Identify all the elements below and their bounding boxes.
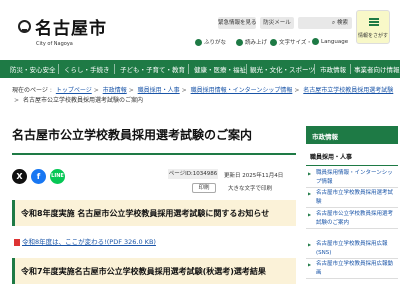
- search-button[interactable]: ⌕ 検索: [298, 17, 352, 29]
- info-menu-button[interactable]: 情報をさがす: [356, 10, 390, 44]
- text-size-link[interactable]: 文字サイズ・色: [270, 38, 317, 46]
- sidebar: 市政情報 職員採用・人事 職員採用情報・インターンシップ情報 名古屋市立学校教員…: [306, 126, 398, 300]
- nav-divider: [188, 64, 189, 74]
- sidebar-item[interactable]: 名古屋市立学校教員採用広報動画: [306, 260, 398, 279]
- breadcrumb-internship[interactable]: 職員採用情報・インターンシップ情報: [191, 87, 293, 94]
- city-emblem-icon: [18, 20, 31, 33]
- nav-divider: [314, 64, 315, 74]
- search-label: 検索: [336, 20, 348, 26]
- pdf-icon: [14, 238, 20, 246]
- breadcrumb-city-info[interactable]: 市政情報: [103, 87, 127, 94]
- share-x-button[interactable]: X: [12, 169, 27, 184]
- menu-icon: [369, 18, 379, 26]
- facebook-icon: f: [36, 172, 41, 181]
- print-button[interactable]: 印刷: [192, 183, 216, 193]
- globe-icon: [312, 38, 319, 45]
- nav-item-tourism[interactable]: 観光・文化・スポーツ: [250, 64, 315, 74]
- language-link[interactable]: Language: [312, 38, 348, 45]
- nav-divider: [114, 64, 115, 74]
- speaker-icon: [236, 39, 243, 46]
- nav-item-health[interactable]: 健康・医療・福祉: [194, 64, 246, 74]
- breadcrumb-recruitment[interactable]: 職員採用・人事: [138, 87, 180, 94]
- nav-divider: [246, 64, 247, 74]
- x-icon: X: [16, 172, 23, 181]
- section-heading-text: 令和8年度実施 名古屋市公立学校教員採用選考試験に関するお知らせ: [21, 209, 270, 218]
- breadcrumb-teacher-exam[interactable]: 名古屋市立学校教員採用選考試験: [303, 87, 393, 94]
- section-heading-notice: 令和8年度実施 名古屋市公立学校教員採用選考試験に関するお知らせ: [12, 200, 296, 226]
- nav-item-living[interactable]: くらし・手続き: [64, 64, 110, 74]
- section-heading-text: 令和7年度実施名古屋市公立学校教員採用選考試験(秋選考)選考結果: [21, 267, 266, 276]
- furigana-toggle[interactable]: ふりがな: [195, 38, 226, 46]
- sidebar-item[interactable]: 名古屋市立学校教員採用選考試験: [306, 189, 398, 208]
- sidebar-heading[interactable]: 市政情報: [306, 126, 398, 144]
- large-text-print-button[interactable]: 大きな文字で印刷: [228, 184, 272, 192]
- pdf-link[interactable]: 令和8年度は、ここが変わる!(PDF 326.0 KB): [14, 236, 156, 246]
- disaster-mail-button[interactable]: 防災メール: [260, 17, 294, 29]
- sidebar-item[interactable]: 名古屋市公立学校教員採用選考試験のご案内: [306, 210, 398, 229]
- emergency-info-button[interactable]: 緊急情報を見る: [218, 17, 257, 29]
- sidebar-item[interactable]: 職員採用情報・インターンシップ情報: [306, 169, 398, 188]
- logo-name: 名古屋市: [35, 19, 107, 39]
- share-facebook-button[interactable]: f: [31, 169, 46, 184]
- text-size-icon: [270, 39, 277, 46]
- sidebar-item[interactable]: 名古屋市立学校教員採用広報(SNS): [306, 240, 398, 259]
- sidebar-heading-text: 市政情報: [312, 133, 338, 141]
- nav-item-city-info[interactable]: 市政情報: [320, 64, 346, 74]
- breadcrumb-top[interactable]: トップページ: [56, 87, 92, 94]
- global-nav: 防災・安心安全 くらし・手続き 子ども・子育て・教育 健康・医療・福祉 観光・文…: [0, 60, 400, 78]
- nav-item-children[interactable]: 子ども・子育て・教育: [120, 64, 185, 74]
- section-heading-results: 令和7年度実施名古屋市公立学校教員採用選考試験(秋選考)選考結果: [12, 258, 296, 284]
- share-line-button[interactable]: LINE: [50, 169, 65, 184]
- page-title: 名古屋市公立学校教員採用選考試験のご案内: [12, 128, 253, 142]
- furigana-icon: [195, 39, 202, 46]
- site-header: 名古屋市 City of Nagoya 緊急情報を見る 防災メール ⌕ 検索 ふ…: [0, 0, 400, 56]
- sidebar-subheading[interactable]: 職員採用・人事: [306, 152, 398, 166]
- nav-divider: [350, 64, 351, 74]
- pdf-link-text: 令和8年度は、ここが変わる!(PDF 326.0 KB): [22, 238, 156, 246]
- breadcrumb-current-page: 名古屋市公立学校教員採用選考試験のご案内: [22, 97, 143, 104]
- breadcrumb-current-label: 現在のページ: [12, 87, 48, 94]
- language-label: Language: [321, 39, 349, 45]
- search-icon: ⌕: [331, 19, 336, 26]
- nav-divider: [58, 64, 59, 74]
- voice-label: 読み上げ: [245, 40, 268, 46]
- page-id: ページID:1034986: [168, 169, 218, 179]
- nav-item-safety[interactable]: 防災・安心安全: [10, 64, 56, 74]
- furigana-label: ふりがな: [204, 40, 227, 46]
- nav-item-business[interactable]: 事業者向け情報: [354, 64, 400, 74]
- info-menu-label: 情報をさがす: [357, 33, 388, 39]
- logo-subtitle: City of Nagoya: [36, 41, 73, 47]
- voice-reader-link[interactable]: 読み上げ: [236, 38, 267, 46]
- breadcrumb: 現在のページ: トップページ > 市政情報 > 職員採用・人事 > 職員採用情報・イン…: [12, 87, 394, 104]
- line-icon: LINE: [51, 173, 64, 179]
- title-underline: [12, 153, 296, 155]
- updated-date: 更新日 2025年11月4日: [224, 173, 284, 179]
